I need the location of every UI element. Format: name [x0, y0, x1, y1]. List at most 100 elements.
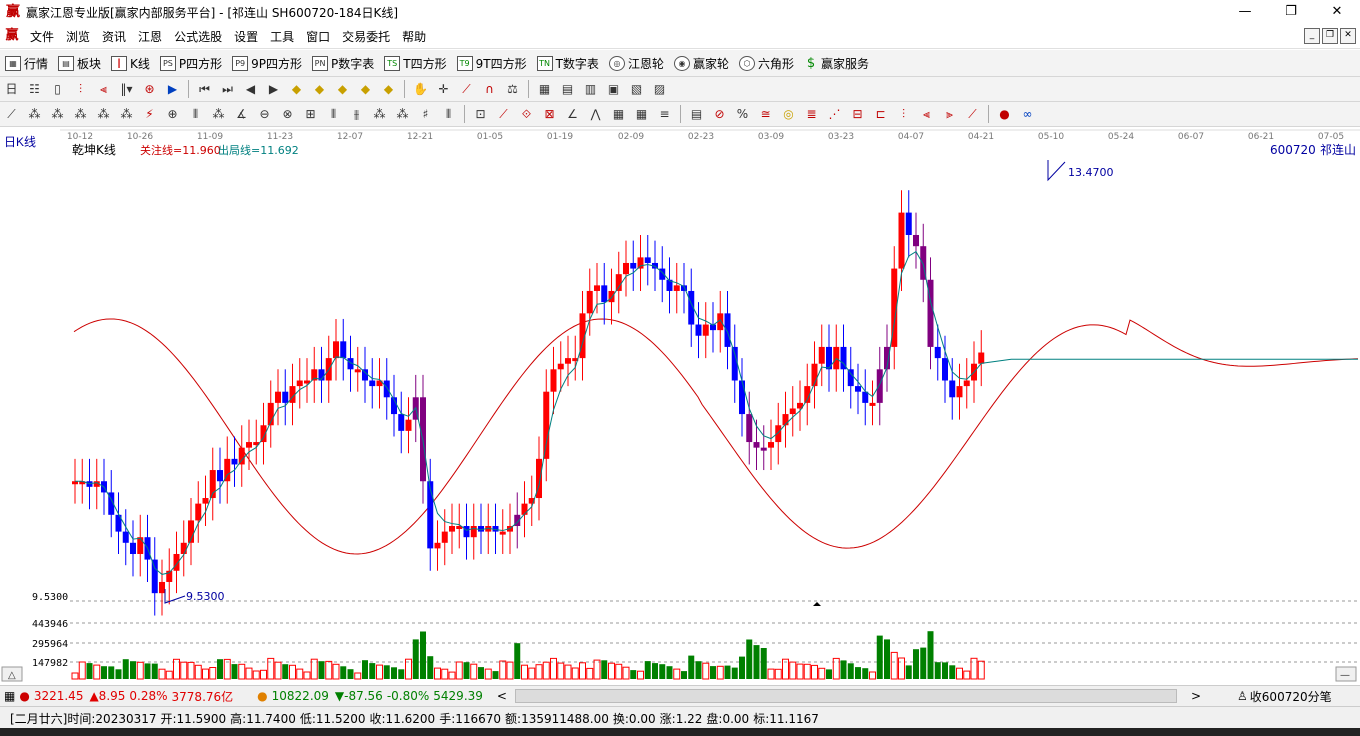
- back-icon[interactable]: ◀: [242, 81, 259, 98]
- export-icon[interactable]: ▧: [628, 81, 645, 98]
- grid-tool-7-icon[interactable]: ⁂: [371, 106, 388, 123]
- diamond-2-icon[interactable]: ◆: [311, 81, 328, 98]
- toolbar-quotes-button[interactable]: ▦ 行情: [0, 55, 53, 72]
- forward-icon[interactable]: ▶: [265, 81, 282, 98]
- last-icon[interactable]: ⏭: [219, 81, 236, 98]
- play-icon[interactable]: ▶: [164, 81, 181, 98]
- toolbar-hexagon-button[interactable]: ⬡ 六角形: [734, 55, 799, 72]
- menu-settings[interactable]: 设置: [228, 28, 264, 45]
- menu-file[interactable]: 文件: [24, 28, 60, 45]
- grid-tool-3-icon[interactable]: ⁂: [72, 106, 89, 123]
- first-icon[interactable]: ⏮: [196, 81, 213, 98]
- grid-tool-6-icon[interactable]: ⁂: [210, 106, 227, 123]
- toolbar-9t-square-button[interactable]: T9 9T四方形: [452, 55, 532, 72]
- pattern-icon[interactable]: ⟐: [518, 106, 535, 123]
- fib-alt-icon[interactable]: ⊗: [279, 106, 296, 123]
- frame-icon[interactable]: ⊡: [472, 106, 489, 123]
- tick-data-label[interactable]: 收600720分笔: [1250, 688, 1332, 705]
- toolbar-p-table-button[interactable]: PN P数字表: [307, 55, 379, 72]
- trend-alt-icon[interactable]: ⟋: [495, 106, 512, 123]
- square-icon[interactable]: ⊞: [302, 106, 319, 123]
- chart-alt-icon[interactable]: ⫷: [95, 81, 112, 98]
- ruler-icon[interactable]: ⚖: [504, 81, 521, 98]
- parallel-icon[interactable]: ≡: [656, 106, 673, 123]
- menu-trade[interactable]: 交易委托: [336, 28, 396, 45]
- layout-dropdown-icon[interactable]: 日▾: [3, 81, 20, 113]
- grid-tool-1-icon[interactable]: ⁂: [26, 106, 43, 123]
- mdi-restore-button[interactable]: ❐: [1322, 28, 1338, 44]
- diamond-1-icon[interactable]: ◆: [288, 81, 305, 98]
- grid-tool-2-icon[interactable]: ⁂: [49, 106, 66, 123]
- diamond-4-icon[interactable]: ◆: [357, 81, 374, 98]
- menu-browse[interactable]: 浏览: [60, 28, 96, 45]
- toolbar-t-table-button[interactable]: TN T数字表: [532, 55, 604, 72]
- hash-icon[interactable]: ♯: [417, 106, 434, 123]
- angle-icon[interactable]: ∡: [233, 106, 250, 123]
- coin-icon[interactable]: ◎: [780, 106, 797, 123]
- scroll-left-icon[interactable]: <: [497, 689, 507, 703]
- print-icon[interactable]: ▨: [651, 81, 668, 98]
- circle-grid-icon[interactable]: ⊕: [164, 106, 181, 123]
- toolbar-t-square-button[interactable]: TS T四方形: [379, 55, 451, 72]
- bars-alt-icon[interactable]: ⦀: [440, 106, 457, 123]
- speed-lines-icon[interactable]: ⟋: [964, 106, 981, 123]
- mdi-minimize-button[interactable]: _: [1304, 28, 1320, 44]
- grid-tool-5-icon[interactable]: ⁂: [118, 106, 135, 123]
- lines-alt-icon[interactable]: ⫵: [348, 106, 365, 123]
- grid-box-icon[interactable]: ▦: [610, 106, 627, 123]
- close-button[interactable]: ✕: [1314, 0, 1360, 24]
- calendar-icon[interactable]: ▦: [536, 81, 553, 98]
- toolbar-blocks-button[interactable]: ▤ 板块: [53, 55, 106, 72]
- bar-dropdown-icon[interactable]: ‖▾: [118, 81, 135, 98]
- diagonal-icon[interactable]: ⊠: [541, 106, 558, 123]
- calculator-icon[interactable]: ▥: [582, 81, 599, 98]
- fan-icon[interactable]: ⚡: [141, 106, 158, 123]
- diamond-5-icon[interactable]: ◆: [380, 81, 397, 98]
- maximize-button[interactable]: ❐: [1268, 0, 1314, 24]
- minimize-button[interactable]: —: [1222, 0, 1268, 24]
- magnet-icon[interactable]: ∩: [481, 81, 498, 98]
- toolbar-9p-square-button[interactable]: P9 9P四方形: [227, 55, 307, 72]
- grid-tool-8-icon[interactable]: ⁂: [394, 106, 411, 123]
- cycles-icon[interactable]: ⫶: [895, 106, 912, 123]
- crosshair-icon[interactable]: ✛: [435, 81, 452, 98]
- grid-tool-4-icon[interactable]: ⁂: [95, 106, 112, 123]
- index-scrollbar[interactable]: [514, 689, 1177, 703]
- grid-icon[interactable]: ▦: [4, 689, 15, 703]
- toolbar-winner-wheel-button[interactable]: ◉ 赢家轮: [669, 55, 734, 72]
- wave-icon[interactable]: ⋀: [587, 106, 604, 123]
- toolbar-service-button[interactable]: $ 赢家服务: [799, 55, 874, 72]
- time-zone-icon[interactable]: ⫸: [941, 106, 958, 123]
- menu-window[interactable]: 窗口: [300, 28, 336, 45]
- trend-icon[interactable]: ⟋: [458, 81, 475, 98]
- percent-tool-icon[interactable]: ⊘: [711, 106, 728, 123]
- line-tool-icon[interactable]: ⟋: [3, 106, 20, 123]
- channel-icon[interactable]: ∠: [564, 106, 581, 123]
- bars-icon[interactable]: ⦀: [187, 106, 204, 123]
- level-icon[interactable]: ≅: [757, 106, 774, 123]
- gann-box-icon[interactable]: ⊟: [849, 106, 866, 123]
- save-icon[interactable]: ▣: [605, 81, 622, 98]
- zoom-icon[interactable]: ⊛: [141, 81, 158, 98]
- menu-formula[interactable]: 公式选股: [168, 28, 228, 45]
- ruler-alt-icon[interactable]: ▤: [688, 106, 705, 123]
- menu-tools[interactable]: 工具: [264, 28, 300, 45]
- toolbar-kline-button[interactable]: ┃ K线: [106, 55, 155, 72]
- cycles-alt-icon[interactable]: ⫷: [918, 106, 935, 123]
- percent-icon[interactable]: %: [734, 106, 751, 123]
- document-icon[interactable]: ▯: [49, 81, 66, 98]
- fib-icon[interactable]: ⊖: [256, 106, 273, 123]
- hand-icon[interactable]: ✋: [412, 81, 429, 98]
- globe-icon[interactable]: ●: [996, 106, 1013, 123]
- kline-chart[interactable]: 日K线 乾坤K线 关注线=11.960 出局线=11.692 600720 祁连…: [0, 127, 1360, 685]
- chart-icon[interactable]: ⫶: [72, 81, 89, 98]
- diamond-3-icon[interactable]: ◆: [334, 81, 351, 98]
- menu-info[interactable]: 资讯: [96, 28, 132, 45]
- gann-fan-icon[interactable]: ⋰: [826, 106, 843, 123]
- grid-box-alt-icon[interactable]: ▦: [633, 106, 650, 123]
- toolbar-p-square-button[interactable]: PS P四方形: [155, 55, 227, 72]
- gann-square-icon[interactable]: ⊏: [872, 106, 889, 123]
- menu-help[interactable]: 帮助: [396, 28, 432, 45]
- infinity-icon[interactable]: ∞: [1019, 106, 1036, 123]
- cycle-icon[interactable]: ☷: [26, 81, 43, 98]
